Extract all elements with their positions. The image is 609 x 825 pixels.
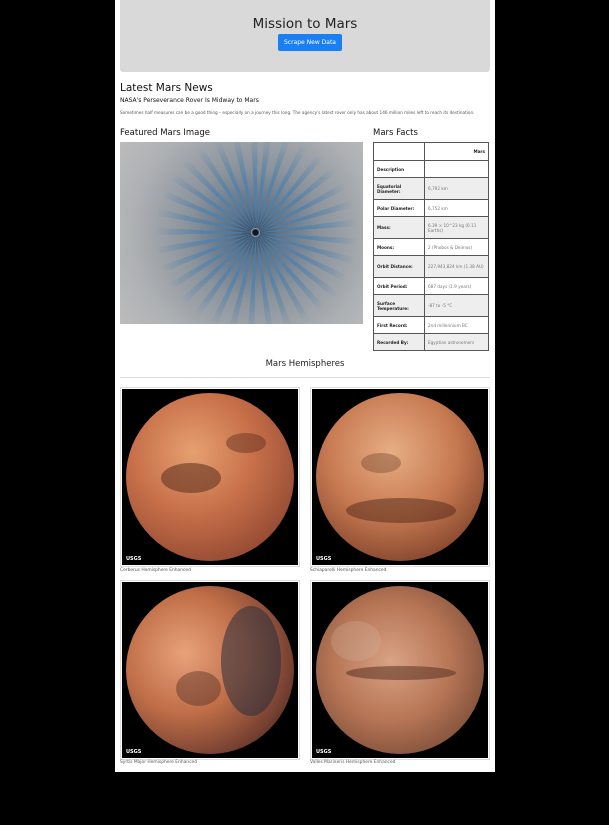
- table-row: Moons: 2 (Phobos & Deimos): [373, 238, 489, 256]
- surface-feature: [161, 463, 221, 493]
- hemisphere-thumbnail-cerberus[interactable]: USGS: [120, 387, 300, 567]
- surface-feature: [226, 433, 266, 453]
- hemisphere-thumbnail-syrtis-major[interactable]: USGS: [120, 580, 300, 760]
- hemisphere-caption: Cerberus Hemisphere Enhanced: [120, 568, 191, 573]
- usgs-logo: USGS: [126, 749, 142, 755]
- hemisphere-image: USGS: [122, 582, 298, 758]
- hemisphere-image: USGS: [312, 389, 488, 565]
- usgs-logo: USGS: [316, 556, 332, 562]
- fact-value: 6.39 × 10^23 kg (0.11 Earths): [424, 216, 489, 239]
- page-title: Mission to Mars: [252, 16, 358, 32]
- surface-feature: [221, 606, 281, 716]
- table-row: Description: [373, 160, 489, 178]
- news-heading: Latest Mars News: [120, 82, 213, 94]
- table-row: Orbit Distance: 227,943,824 km (1.38 AU): [373, 255, 489, 278]
- fact-value: [424, 160, 489, 178]
- table-row: Orbit Period: 687 days (1.9 years): [373, 277, 489, 295]
- fact-label: Polar Diameter:: [373, 199, 425, 217]
- impact-crater: [251, 228, 260, 237]
- hemisphere-caption: Valles Marineris Hemisphere Enhanced: [310, 760, 396, 765]
- usgs-logo: USGS: [316, 749, 332, 755]
- fact-label: Moons:: [373, 238, 425, 256]
- fact-label: Surface Temperature:: [373, 294, 425, 317]
- scrape-button[interactable]: Scrape New Data: [278, 34, 342, 51]
- fact-value: -87 to -5 °C: [424, 294, 489, 317]
- fact-value: 6,752 km: [424, 199, 489, 217]
- jumbotron-header: Mission to Mars Scrape New Data: [120, 0, 490, 72]
- fact-label: Equatorial Diameter:: [373, 177, 425, 200]
- fact-label: Orbit Period:: [373, 277, 425, 295]
- surface-feature: [346, 498, 456, 523]
- facts-column-header: Mars: [424, 142, 489, 161]
- hemispheres-heading: Mars Hemispheres: [265, 359, 345, 369]
- divider: [120, 377, 490, 378]
- table-row: First Record: 2nd millennium BC: [373, 316, 489, 334]
- hemisphere-thumbnail-schiaparelli[interactable]: USGS: [310, 387, 490, 567]
- hemisphere-caption: Syrtis Major Hemisphere Enhanced: [120, 760, 197, 765]
- usgs-logo: USGS: [126, 556, 142, 562]
- hemisphere-image: USGS: [312, 582, 488, 758]
- mars-facts-table: Mars Description Equatorial Diameter: 6,…: [373, 142, 489, 351]
- fact-label: Mass:: [373, 216, 425, 239]
- fact-value: 227,943,824 km (1.38 AU): [424, 255, 489, 278]
- surface-feature: [331, 621, 381, 661]
- facts-header-row: Mars: [373, 142, 489, 161]
- surface-feature: [176, 671, 221, 706]
- mars-globe: [316, 393, 484, 561]
- hemisphere-thumbnail-valles-marineris[interactable]: USGS: [310, 580, 490, 760]
- fact-label: First Record:: [373, 316, 425, 334]
- mars-globe: [126, 586, 294, 754]
- table-row: Surface Temperature: -87 to -5 °C: [373, 294, 489, 317]
- surface-feature: [361, 453, 401, 473]
- facts-corner-cell: [373, 142, 425, 161]
- news-title: NASA's Perseverance Rover Is Midway to M…: [120, 97, 259, 104]
- page-container: Mission to Mars Scrape New Data Latest M…: [115, 0, 495, 772]
- impact-rays: [120, 142, 363, 324]
- featured-image: [120, 142, 363, 324]
- news-paragraph: Sometimes half measures can be a good th…: [120, 110, 475, 115]
- fact-label: Description: [373, 160, 425, 178]
- surface-feature: [346, 666, 456, 680]
- fact-value: 687 days (1.9 years): [424, 277, 489, 295]
- hemisphere-caption: Schiaparelli Hemisphere Enhanced: [310, 568, 387, 573]
- mars-globe: [126, 393, 294, 561]
- table-row: Polar Diameter: 6,752 km: [373, 199, 489, 217]
- fact-value: 2nd millennium BC: [424, 316, 489, 334]
- mars-facts-heading: Mars Facts: [373, 128, 418, 138]
- hemisphere-image: USGS: [122, 389, 298, 565]
- table-row: Mass: 6.39 × 10^23 kg (0.11 Earths): [373, 216, 489, 239]
- fact-value: Egyptian astronomers: [424, 333, 489, 351]
- mars-globe: [316, 586, 484, 754]
- fact-value: 6,792 km: [424, 177, 489, 200]
- table-row: Equatorial Diameter: 6,792 km: [373, 177, 489, 200]
- fact-label: Recorded By:: [373, 333, 425, 351]
- featured-image-heading: Featured Mars Image: [120, 128, 211, 138]
- fact-value: 2 (Phobos & Deimos): [424, 238, 489, 256]
- table-row: Recorded By: Egyptian astronomers: [373, 333, 489, 351]
- fact-label: Orbit Distance:: [373, 255, 425, 278]
